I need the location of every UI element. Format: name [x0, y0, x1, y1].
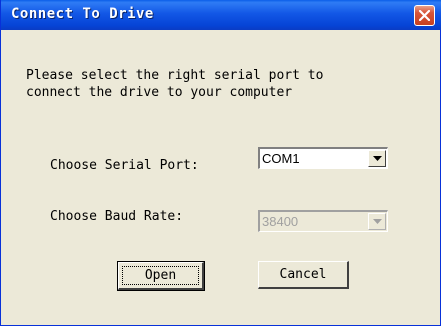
serial-port-select[interactable]: COM1: [258, 147, 388, 169]
focus-rectangle: [122, 266, 199, 285]
baud-rate-dropdown-button[interactable]: [368, 213, 386, 230]
serial-port-dropdown-button[interactable]: [368, 150, 386, 167]
baud-rate-label: Choose Baud Rate:: [50, 209, 184, 224]
baud-rate-value: 38400: [262, 214, 299, 229]
close-button[interactable]: [414, 5, 435, 26]
serial-port-label: Choose Serial Port:: [50, 158, 199, 173]
title-bar[interactable]: Connect To Drive: [1, 0, 441, 30]
chevron-down-icon: [373, 156, 382, 161]
cancel-button-label: Cancel: [279, 267, 327, 282]
open-button[interactable]: Open: [117, 261, 205, 291]
close-icon: [419, 10, 430, 21]
cancel-button[interactable]: Cancel: [258, 261, 349, 289]
instruction-text: Please select the right serial port to c…: [26, 68, 324, 100]
serial-port-value: COM1: [262, 151, 300, 166]
dialog-title: Connect To Drive: [11, 6, 154, 22]
chevron-down-icon: [373, 219, 382, 224]
baud-rate-select[interactable]: 38400: [258, 210, 388, 232]
connect-dialog: Connect To Drive Please select the right…: [0, 0, 441, 326]
